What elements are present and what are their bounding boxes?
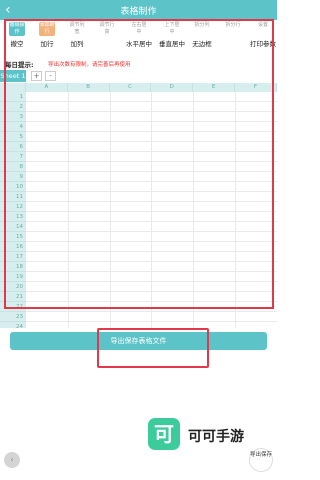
toolbar-item-label: 加列 — [70, 40, 84, 48]
table-row[interactable] — [26, 232, 277, 242]
row-header[interactable]: 24 — [0, 322, 26, 328]
add-sheet-button[interactable]: + — [31, 71, 42, 81]
valign-center-icon: 上下居中 — [164, 22, 180, 35]
toolbar-item[interactable]: 添加新行 加行 — [32, 22, 62, 48]
row-header[interactable]: 23 — [0, 312, 26, 322]
tab-sheet-1[interactable]: Sheet 1 — [0, 70, 26, 82]
row-header[interactable]: 1 — [0, 92, 26, 102]
toolbar-item[interactable]: 拆分列 无边框 — [187, 22, 217, 48]
column-header[interactable]: C — [109, 83, 152, 92]
watermark-logo: 可 — [148, 418, 180, 450]
column-header[interactable]: B — [67, 83, 110, 92]
table-row[interactable] — [26, 272, 277, 282]
grid-corner — [0, 83, 26, 92]
table-row[interactable] — [26, 312, 277, 322]
spreadsheet-grid: A B C D E F 1 2 3 4 5 6 7 8 9 10 11 12 13 14 15 16 17 18 19 20 21 2… — [0, 83, 277, 328]
table-row[interactable] — [26, 252, 277, 262]
table-row[interactable] — [26, 212, 277, 222]
table-row[interactable] — [26, 122, 277, 132]
toolbar-item-label: 水平居中 — [126, 40, 152, 48]
row-header[interactable]: 6 — [0, 142, 26, 152]
table-row[interactable] — [26, 302, 277, 312]
row-header[interactable]: 16 — [0, 242, 26, 252]
toolbar-item[interactable]: 拆分行 — [218, 22, 248, 40]
table-row[interactable] — [26, 142, 277, 152]
toolbar-item[interactable]: 调节行高 — [92, 22, 122, 40]
toolbar-item[interactable]: 调节列宽 加列 — [62, 22, 92, 48]
row-header[interactable]: 19 — [0, 272, 26, 282]
add-row-icon: 添加新行 — [39, 22, 55, 36]
table-row[interactable] — [26, 112, 277, 122]
title-bar: ‹ 表格制作 — [0, 0, 277, 20]
table-row[interactable] — [26, 282, 277, 292]
row-header[interactable]: 5 — [0, 132, 26, 142]
undo-icon: 撤销操作 — [9, 22, 25, 36]
row-header[interactable]: 8 — [0, 162, 26, 172]
split-col-icon: 拆分列 — [194, 22, 210, 28]
table-row[interactable] — [26, 92, 277, 102]
row-header[interactable]: 7 — [0, 152, 26, 162]
toolbar-item[interactable]: 上下居中 垂直居中 — [157, 22, 187, 48]
toolbar-item[interactable]: 设置 打印参数 — [248, 22, 278, 48]
column-header[interactable]: E — [193, 83, 235, 92]
table-row[interactable] — [26, 262, 277, 272]
column-header[interactable]: A — [26, 83, 68, 92]
table-row[interactable] — [26, 132, 277, 142]
table-row[interactable] — [26, 102, 277, 112]
daily-notice: 每日提示: 导出次数有限制，请完善后再使用 — [0, 58, 277, 70]
column-header[interactable]: F — [235, 83, 277, 92]
table-row[interactable] — [26, 242, 277, 252]
print-settings-icon: 设置 — [257, 22, 268, 28]
split-row-icon: 拆分行 — [225, 22, 241, 28]
toolbar: 撤销操作 撤空 添加新行 加行 调节列宽 加列 调节行高 左右居中 水平居中 上下居中 垂直居中 拆分… — [0, 20, 277, 62]
toolbar-item-label: 加行 — [40, 40, 54, 48]
row-header[interactable]: 15 — [0, 232, 26, 242]
table-row[interactable] — [26, 152, 277, 162]
row-header[interactable]: 11 — [0, 192, 26, 202]
row-header[interactable]: 22 — [0, 302, 26, 312]
table-row[interactable] — [26, 172, 277, 182]
toolbar-item[interactable]: 撤销操作 撤空 — [2, 22, 32, 48]
table-row[interactable] — [26, 162, 277, 172]
row-header[interactable]: 9 — [0, 172, 26, 182]
row-header[interactable]: 21 — [0, 292, 26, 302]
row-header[interactable]: 2 — [0, 102, 26, 112]
row-header[interactable]: 20 — [0, 282, 26, 292]
table-row[interactable] — [26, 202, 277, 212]
table-row[interactable] — [26, 322, 277, 328]
row-header[interactable]: 13 — [0, 212, 26, 222]
toolbar-item-label: 撤空 — [10, 40, 24, 48]
table-row[interactable] — [26, 182, 277, 192]
row-header[interactable]: 4 — [0, 122, 26, 132]
collapse-button[interactable]: ‹ — [4, 452, 20, 468]
row-header[interactable]: 12 — [0, 202, 26, 212]
remove-sheet-button[interactable]: - — [45, 71, 56, 81]
row-height-icon: 调节行高 — [99, 22, 115, 35]
toolbar-item-label: 无边框 — [192, 40, 212, 48]
row-header[interactable]: 14 — [0, 222, 26, 232]
table-row[interactable] — [26, 292, 277, 302]
col-width-icon: 调节列宽 — [69, 22, 85, 35]
table-row[interactable] — [26, 192, 277, 202]
toolbar-item-label: 打印参数 — [250, 40, 276, 48]
row-header[interactable]: 10 — [0, 182, 26, 192]
watermark-text: 可可手游 — [188, 429, 244, 445]
row-header[interactable]: 17 — [0, 252, 26, 262]
align-center-icon: 左右居中 — [131, 22, 147, 35]
floating-export-button[interactable]: 导出保存 — [249, 448, 273, 472]
row-header[interactable]: 3 — [0, 112, 26, 122]
notice-label: 每日提示: — [5, 61, 34, 69]
export-save-button[interactable]: 导出保存表格文件 — [10, 332, 267, 350]
page-title: 表格制作 — [120, 7, 157, 17]
table-row[interactable] — [26, 222, 277, 232]
sheet-tabs: Sheet 1 + - — [0, 70, 277, 82]
row-header[interactable]: 18 — [0, 262, 26, 272]
toolbar-item[interactable]: 左右居中 水平居中 — [124, 22, 154, 48]
notice-text: 导出次数有限制，请完善后再使用 — [48, 62, 131, 68]
column-header[interactable]: D — [151, 83, 194, 92]
toolbar-item-label: 垂直居中 — [159, 40, 185, 48]
